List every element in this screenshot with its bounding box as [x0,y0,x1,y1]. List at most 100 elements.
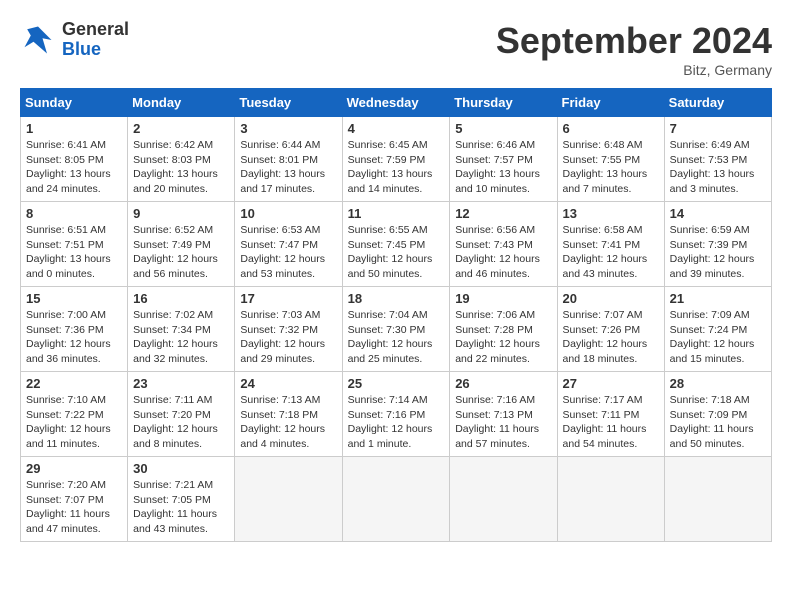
daylight-label: Daylight: 12 hours and 18 minutes. [563,338,648,365]
week-row: 15 Sunrise: 7:00 AM Sunset: 7:36 PM Dayl… [21,287,772,372]
day-number: 12 [455,206,551,221]
day-number: 9 [133,206,229,221]
calendar-cell: 30 Sunrise: 7:21 AM Sunset: 7:05 PM Dayl… [128,457,235,542]
sunset-label: Sunset: 8:01 PM [240,154,318,166]
sunrise-label: Sunrise: 7:02 AM [133,309,213,321]
day-info: Sunrise: 6:59 AM Sunset: 7:39 PM Dayligh… [670,223,766,282]
sunrise-label: Sunrise: 6:41 AM [26,139,106,151]
day-info: Sunrise: 7:00 AM Sunset: 7:36 PM Dayligh… [26,308,122,367]
daylight-label: Daylight: 13 hours and 14 minutes. [348,168,433,195]
day-number: 15 [26,291,122,306]
sunset-label: Sunset: 7:13 PM [455,409,533,421]
calendar-cell: 10 Sunrise: 6:53 AM Sunset: 7:47 PM Dayl… [235,202,342,287]
weekday-header-row: SundayMondayTuesdayWednesdayThursdayFrid… [21,89,772,117]
day-info: Sunrise: 6:53 AM Sunset: 7:47 PM Dayligh… [240,223,336,282]
sunrise-label: Sunrise: 6:45 AM [348,139,428,151]
daylight-label: Daylight: 11 hours and 47 minutes. [26,508,110,535]
logo-text: General Blue [62,20,129,60]
daylight-label: Daylight: 13 hours and 24 minutes. [26,168,111,195]
day-number: 28 [670,376,766,391]
sunrise-label: Sunrise: 7:00 AM [26,309,106,321]
sunset-label: Sunset: 7:53 PM [670,154,748,166]
day-info: Sunrise: 7:07 AM Sunset: 7:26 PM Dayligh… [563,308,659,367]
sunset-label: Sunset: 7:05 PM [133,494,211,506]
calendar-cell: 5 Sunrise: 6:46 AM Sunset: 7:57 PM Dayli… [450,117,557,202]
sunrise-label: Sunrise: 6:53 AM [240,224,320,236]
calendar-cell: 6 Sunrise: 6:48 AM Sunset: 7:55 PM Dayli… [557,117,664,202]
sunset-label: Sunset: 7:16 PM [348,409,426,421]
day-info: Sunrise: 7:04 AM Sunset: 7:30 PM Dayligh… [348,308,445,367]
sunset-label: Sunset: 7:57 PM [455,154,533,166]
sunrise-label: Sunrise: 6:55 AM [348,224,428,236]
calendar-table: SundayMondayTuesdayWednesdayThursdayFrid… [20,88,772,542]
sunrise-label: Sunrise: 6:52 AM [133,224,213,236]
sunrise-label: Sunrise: 7:07 AM [563,309,643,321]
day-info: Sunrise: 7:14 AM Sunset: 7:16 PM Dayligh… [348,393,445,452]
sunrise-label: Sunrise: 7:09 AM [670,309,750,321]
calendar-cell: 12 Sunrise: 6:56 AM Sunset: 7:43 PM Dayl… [450,202,557,287]
calendar-cell [557,457,664,542]
sunset-label: Sunset: 7:34 PM [133,324,211,336]
day-number: 14 [670,206,766,221]
sunset-label: Sunset: 7:11 PM [563,409,640,421]
day-number: 20 [563,291,659,306]
sunset-label: Sunset: 8:03 PM [133,154,211,166]
sunset-label: Sunset: 7:07 PM [26,494,104,506]
logo-icon [20,22,56,58]
sunset-label: Sunset: 7:49 PM [133,239,211,251]
sunrise-label: Sunrise: 6:51 AM [26,224,106,236]
weekday-header: Monday [128,89,235,117]
day-number: 3 [240,121,336,136]
calendar-cell [450,457,557,542]
sunset-label: Sunset: 7:41 PM [563,239,641,251]
day-info: Sunrise: 6:51 AM Sunset: 7:51 PM Dayligh… [26,223,122,282]
daylight-label: Daylight: 12 hours and 32 minutes. [133,338,218,365]
sunset-label: Sunset: 7:20 PM [133,409,211,421]
sunset-label: Sunset: 7:39 PM [670,239,748,251]
calendar-cell: 7 Sunrise: 6:49 AM Sunset: 7:53 PM Dayli… [664,117,771,202]
day-info: Sunrise: 7:16 AM Sunset: 7:13 PM Dayligh… [455,393,551,452]
day-number: 26 [455,376,551,391]
day-info: Sunrise: 6:44 AM Sunset: 8:01 PM Dayligh… [240,138,336,197]
day-info: Sunrise: 7:02 AM Sunset: 7:34 PM Dayligh… [133,308,229,367]
day-number: 22 [26,376,122,391]
weekday-header: Sunday [21,89,128,117]
day-number: 2 [133,121,229,136]
day-number: 1 [26,121,122,136]
calendar-cell: 23 Sunrise: 7:11 AM Sunset: 7:20 PM Dayl… [128,372,235,457]
calendar-cell: 28 Sunrise: 7:18 AM Sunset: 7:09 PM Dayl… [664,372,771,457]
calendar-cell: 17 Sunrise: 7:03 AM Sunset: 7:32 PM Dayl… [235,287,342,372]
sunset-label: Sunset: 7:22 PM [26,409,104,421]
day-info: Sunrise: 6:42 AM Sunset: 8:03 PM Dayligh… [133,138,229,197]
daylight-label: Daylight: 13 hours and 20 minutes. [133,168,218,195]
sunrise-label: Sunrise: 6:49 AM [670,139,750,151]
calendar-cell [235,457,342,542]
daylight-label: Daylight: 12 hours and 25 minutes. [348,338,433,365]
day-info: Sunrise: 7:03 AM Sunset: 7:32 PM Dayligh… [240,308,336,367]
day-info: Sunrise: 7:21 AM Sunset: 7:05 PM Dayligh… [133,478,229,537]
logo-general: General [62,19,129,39]
sunrise-label: Sunrise: 7:13 AM [240,394,320,406]
sunrise-label: Sunrise: 6:59 AM [670,224,750,236]
logo-blue: Blue [62,39,101,59]
day-number: 27 [563,376,659,391]
calendar-cell: 15 Sunrise: 7:00 AM Sunset: 7:36 PM Dayl… [21,287,128,372]
calendar-cell: 19 Sunrise: 7:06 AM Sunset: 7:28 PM Dayl… [450,287,557,372]
day-info: Sunrise: 7:17 AM Sunset: 7:11 PM Dayligh… [563,393,659,452]
daylight-label: Daylight: 11 hours and 57 minutes. [455,423,539,450]
day-info: Sunrise: 7:11 AM Sunset: 7:20 PM Dayligh… [133,393,229,452]
sunset-label: Sunset: 7:28 PM [455,324,533,336]
sunrise-label: Sunrise: 6:42 AM [133,139,213,151]
calendar-cell: 18 Sunrise: 7:04 AM Sunset: 7:30 PM Dayl… [342,287,450,372]
calendar-cell: 20 Sunrise: 7:07 AM Sunset: 7:26 PM Dayl… [557,287,664,372]
sunrise-label: Sunrise: 7:17 AM [563,394,643,406]
sunset-label: Sunset: 7:51 PM [26,239,104,251]
sunrise-label: Sunrise: 7:03 AM [240,309,320,321]
sunrise-label: Sunrise: 7:06 AM [455,309,535,321]
sunrise-label: Sunrise: 6:46 AM [455,139,535,151]
daylight-label: Daylight: 13 hours and 17 minutes. [240,168,325,195]
daylight-label: Daylight: 12 hours and 43 minutes. [563,253,648,280]
day-info: Sunrise: 7:18 AM Sunset: 7:09 PM Dayligh… [670,393,766,452]
weekday-header: Wednesday [342,89,450,117]
sunset-label: Sunset: 7:36 PM [26,324,104,336]
